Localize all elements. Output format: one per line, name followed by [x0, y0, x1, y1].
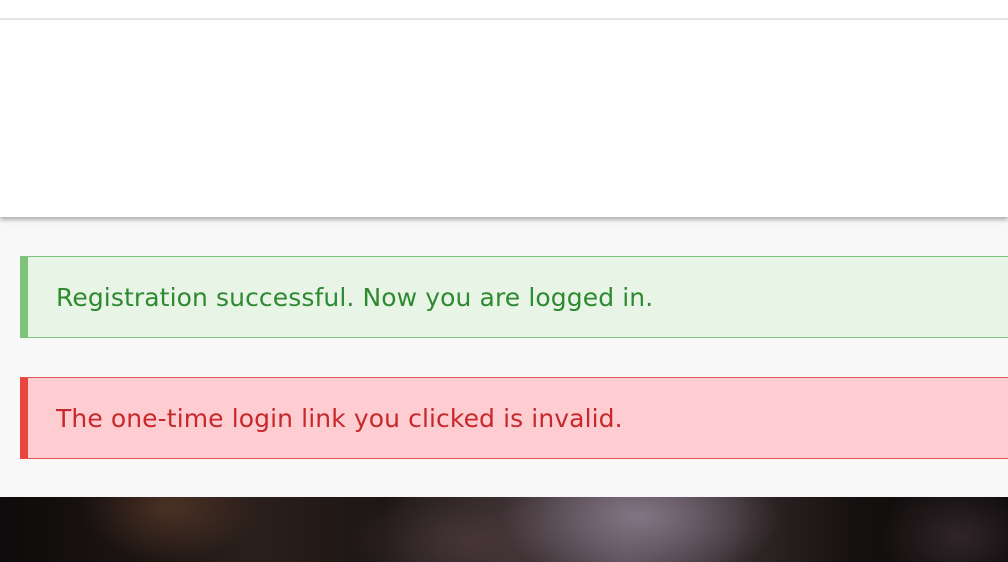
- error-message: The one-time login link you clicked is i…: [20, 377, 1008, 459]
- top-bar: [0, 0, 1008, 20]
- status-messages: Registration successful. Now you are log…: [0, 228, 1008, 496]
- success-message: Registration successful. Now you are log…: [20, 256, 1008, 338]
- error-message-text: The one-time login link you clicked is i…: [56, 403, 623, 433]
- hero-image: [0, 497, 1008, 562]
- success-message-text: Registration successful. Now you are log…: [56, 282, 654, 312]
- header-panel: [0, 20, 1008, 217]
